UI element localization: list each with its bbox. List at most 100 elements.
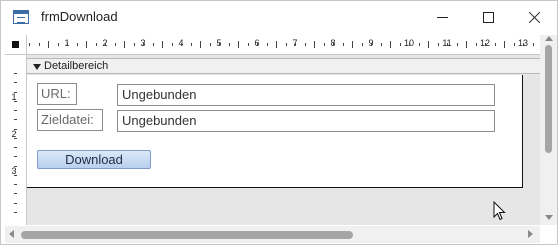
minimize-icon: [436, 16, 448, 18]
ruler-tick: [323, 43, 325, 46]
ruler-tick: [504, 41, 505, 48]
ruler-tick: [14, 82, 17, 84]
scroll-down-icon[interactable]: [545, 215, 553, 220]
ruler-tick: [285, 43, 287, 46]
ruler-tick: [29, 43, 30, 46]
form-selector-square-icon: [12, 41, 19, 48]
maximize-icon: [482, 11, 494, 23]
ruler-tick: [494, 43, 496, 46]
ruler-tick: [14, 119, 17, 121]
ruler-tick: [14, 193, 17, 195]
window-title: frmDownload: [41, 9, 118, 24]
target-file-label[interactable]: Zieldatei:: [37, 109, 103, 131]
ruler-tick: [333, 43, 334, 46]
ruler-tick: [466, 41, 467, 48]
vertical-scrollbar[interactable]: [540, 35, 557, 225]
ruler-tick: [371, 43, 372, 46]
ruler-tick: [304, 43, 306, 46]
ruler-tick: [314, 41, 315, 48]
ruler-tick: [162, 41, 163, 48]
ruler-tick: [409, 43, 410, 46]
ruler-tick: [513, 43, 515, 46]
ruler-tick: [38, 43, 40, 46]
url-label[interactable]: URL:: [37, 83, 77, 105]
form-icon: [13, 10, 29, 24]
design-surface: 12345678910111213 1 2 3 Detailbereich URL:…: [5, 35, 541, 225]
ruler-tick: [257, 43, 258, 46]
ruler-tick: [380, 43, 382, 46]
target-file-textbox[interactable]: Ungebunden: [117, 110, 495, 132]
horizontal-ruler[interactable]: 12345678910111213: [27, 35, 541, 55]
close-button[interactable]: [511, 1, 557, 33]
ruler-number: 1: [11, 92, 17, 102]
ruler-tick: [418, 43, 420, 46]
ruler-tick: [295, 43, 296, 46]
ruler-tick: [485, 43, 486, 46]
ruler-tick: [95, 43, 97, 46]
scroll-left-icon[interactable]: [9, 230, 14, 238]
maximize-button[interactable]: [465, 1, 511, 33]
ruler-tick: [352, 41, 353, 48]
ruler-tick: [14, 156, 17, 158]
ruler-tick: [67, 43, 68, 46]
vertical-ruler[interactable]: 1 2 3: [5, 55, 27, 225]
ruler-tick: [475, 43, 477, 46]
detail-section[interactable]: URL: Ungebunden Zieldatei: Ungebunden Do…: [27, 75, 523, 188]
ruler-number: 3: [11, 166, 17, 176]
ruler-tick: [209, 43, 211, 46]
ruler-tick: [456, 43, 458, 46]
ruler-tick: [14, 110, 17, 111]
mouse-pointer-icon: [493, 201, 506, 221]
ruler-tick: [190, 43, 192, 46]
ruler-tick: [14, 73, 17, 74]
title-bar[interactable]: frmDownload: [1, 1, 557, 33]
ruler-tick: [14, 211, 17, 213]
ruler-tick: [48, 41, 49, 48]
ruler-tick: [14, 184, 17, 185]
ruler-tick: [361, 43, 363, 46]
ruler-tick: [276, 41, 277, 48]
ruler-tick: [171, 43, 173, 46]
ruler-tick: [114, 43, 116, 46]
ruler-tick: [86, 41, 87, 48]
ruler-tick: [200, 41, 201, 48]
section-label: Detailbereich: [44, 60, 109, 72]
horizontal-scrollbar[interactable]: [5, 226, 540, 243]
ruler-tick: [76, 43, 78, 46]
ruler-tick: [14, 147, 17, 148]
horizontal-scroll-thumb[interactable]: [21, 231, 353, 239]
ruler-tick: [238, 41, 239, 48]
ruler-tick: [133, 43, 135, 46]
ruler-tick: [428, 41, 429, 48]
url-textbox[interactable]: Ungebunden: [117, 84, 495, 106]
ruler-tick: [266, 43, 268, 46]
section-header-detail[interactable]: Detailbereich: [27, 58, 541, 74]
ruler-tick: [399, 43, 401, 46]
ruler-tick: [342, 43, 344, 46]
ruler-tick: [523, 43, 524, 46]
ruler-tick: [105, 43, 106, 46]
ruler-tick: [14, 202, 17, 204]
ruler-tick: [181, 43, 182, 46]
ruler-tick: [57, 43, 59, 46]
minimize-button[interactable]: [419, 1, 465, 33]
ruler-tick: [152, 43, 154, 46]
ruler-tick: [247, 43, 249, 46]
download-button[interactable]: Download: [37, 150, 151, 169]
scroll-up-icon[interactable]: [545, 36, 553, 41]
ruler-tick: [228, 43, 230, 46]
ruler-tick: [143, 43, 144, 46]
ruler-tick: [390, 41, 391, 48]
vertical-scroll-thumb[interactable]: [545, 45, 552, 153]
ruler-tick: [532, 43, 534, 46]
ruler-tick: [219, 43, 220, 46]
close-icon: [528, 11, 541, 24]
section-arrow-icon: [33, 63, 41, 70]
form-selector[interactable]: [5, 35, 27, 55]
ruler-tick: [437, 43, 439, 46]
ruler-number: 2: [11, 129, 17, 139]
ruler-tick: [447, 43, 448, 46]
ruler-tick: [124, 41, 125, 48]
scroll-right-icon[interactable]: [528, 230, 533, 238]
form-window: frmDownload 12345678910111213 1 2 3 Detail…: [0, 0, 558, 245]
